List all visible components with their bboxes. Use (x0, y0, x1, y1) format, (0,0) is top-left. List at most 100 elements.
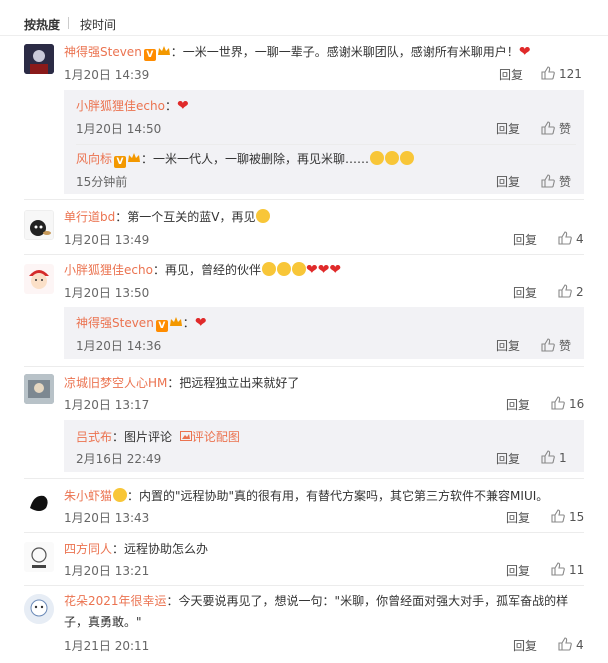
comment-text-continued: 子，真勇敢。" (64, 615, 142, 629)
reply-button[interactable]: 回复 (506, 509, 530, 526)
username-link[interactable]: 花朵2021年很幸运 (64, 594, 167, 608)
username-link[interactable]: 小胖狐狸佳echo (76, 99, 165, 113)
username-link[interactable]: 四方同人 (64, 542, 112, 556)
comment-text: 四方同人：远程协助怎么办 (64, 542, 209, 556)
verified-v-icon: V (114, 156, 127, 168)
laughing-emoji-icon (113, 488, 128, 502)
comment-text: 花朵2021年很幸运：今天要说再见了，想说一句："米聊，你曾经面对强大对手，孤军… (64, 594, 569, 608)
heart-emoji-icon: ❤ (518, 44, 531, 60)
like-button[interactable]: 4 (558, 637, 584, 652)
tab-divider (68, 17, 69, 29)
comment-time: 1月20日 13:21 (64, 564, 150, 578)
comment-time: 1月20日 14:50 (76, 122, 162, 136)
like-button[interactable]: 2 (558, 284, 584, 299)
verified-v-icon: V (155, 320, 168, 332)
username-link[interactable]: 吕式布 (76, 430, 112, 444)
emoji-icon (256, 209, 271, 223)
comment-text: 朱小虾猫 ：内置的"远程协助"真的很有用，有替代方案吗，其它第三方软件不兼容MIU… (64, 488, 549, 503)
like-button[interactable]: 121 (541, 66, 582, 81)
reply-button[interactable]: 回复 (496, 450, 520, 467)
divider (24, 366, 584, 367)
like-button[interactable]: 赞 (541, 120, 571, 137)
comment-time: 1月20日 13:50 (64, 286, 150, 300)
like-button[interactable]: 11 (551, 562, 584, 577)
comment-time: 1月20日 13:43 (64, 511, 150, 525)
username-link[interactable]: 单行道bd (64, 210, 115, 224)
reply-button[interactable]: 回复 (499, 66, 523, 83)
crown-icon (169, 316, 183, 328)
tab-by-time[interactable]: 按时间 (80, 16, 116, 33)
thumbs-up-icon (541, 450, 555, 464)
username-link[interactable]: 神得强Steven (64, 45, 142, 59)
username-link[interactable]: 神得强Steven (76, 316, 154, 330)
username-link[interactable]: 风向标 (76, 152, 112, 166)
tab-by-hot[interactable]: 按热度 (24, 16, 60, 33)
reply-button[interactable]: 回复 (506, 396, 530, 413)
laughing-emoji-icon (385, 151, 400, 165)
heart-emoji-icon: ❤ (329, 262, 342, 278)
comment-text: 神得强Steven V ：一米一世界，一聊一辈子。感谢米聊团队，感谢所有米聊用户！❤ (64, 44, 531, 61)
comment-time: 1月20日 13:49 (64, 233, 150, 247)
crying-emoji-icon (261, 262, 276, 276)
laughing-emoji-icon (400, 151, 415, 165)
sort-tabs: 按热度 按时间 (0, 0, 608, 36)
comment-time: 1月20日 14:36 (76, 339, 162, 353)
divider (24, 254, 584, 255)
thumbs-up-icon (551, 396, 565, 410)
avatar[interactable] (24, 374, 54, 404)
comment-text: 单行道bd：第一个互关的蓝V，再见 (64, 208, 271, 225)
comment-text: 风向标 V ：一米一代人，一聊被删除，再见米聊…… (76, 150, 415, 168)
thumbs-up-icon (541, 174, 555, 188)
divider (24, 532, 584, 533)
reply-button[interactable]: 回复 (496, 173, 520, 190)
like-button[interactable]: 16 (551, 396, 584, 411)
thumbs-up-icon (558, 284, 572, 298)
avatar[interactable] (24, 542, 54, 572)
reply-button[interactable]: 回复 (506, 562, 530, 579)
image-comment-link[interactable]: 评论配图 (179, 430, 240, 444)
reply-button[interactable]: 回复 (513, 231, 537, 248)
like-button[interactable]: 赞 (541, 337, 571, 354)
laughing-emoji-icon (370, 151, 385, 165)
reply-button[interactable]: 回复 (496, 120, 520, 137)
crying-emoji-icon (291, 262, 306, 276)
like-button[interactable]: 1 (541, 450, 567, 465)
username-link[interactable]: 小胖狐狸佳echo (64, 263, 153, 277)
comment-text: 凉城旧梦空人心HM：把远程独立出来就好了 (64, 376, 300, 390)
crying-emoji-icon (276, 262, 291, 276)
thumbs-up-icon (558, 231, 572, 245)
avatar[interactable] (24, 264, 54, 294)
like-button[interactable]: 4 (558, 231, 584, 246)
avatar[interactable] (24, 488, 54, 518)
username-link[interactable]: 凉城旧梦空人心HM (64, 376, 167, 390)
comment-time: 1月20日 13:17 (64, 398, 150, 412)
thumbs-up-icon (551, 562, 565, 576)
crown-icon (127, 152, 141, 164)
thumbs-up-icon (551, 509, 565, 523)
comment-text: 吕式布：图片评论 评论配图 (76, 430, 240, 444)
crown-icon (157, 45, 171, 57)
like-button[interactable]: 赞 (541, 173, 571, 190)
avatar[interactable] (24, 44, 54, 74)
comment-text: 小胖狐狸佳echo：❤ (76, 98, 189, 114)
comment-time: 15分钟前 (76, 175, 128, 189)
heart-emoji-icon: ❤ (305, 262, 318, 278)
divider (24, 478, 584, 479)
avatar[interactable] (24, 594, 54, 624)
comment-text: 神得强Steven V ：❤ (76, 315, 207, 332)
like-button[interactable]: 15 (551, 509, 584, 524)
comment-time: 2月16日 22:49 (76, 452, 162, 466)
thumbs-up-icon (541, 66, 555, 80)
heart-emoji-icon: ❤ (176, 98, 189, 114)
reply-button[interactable]: 回复 (513, 637, 537, 654)
divider (24, 199, 584, 200)
verified-v-icon: V (143, 49, 156, 61)
divider (76, 144, 576, 145)
thumbs-up-icon (541, 338, 555, 352)
avatar[interactable] (24, 210, 54, 240)
comment-time: 1月21日 20:11 (64, 639, 150, 653)
reply-button[interactable]: 回复 (496, 337, 520, 354)
username-link[interactable]: 朱小虾猫 (64, 489, 112, 503)
reply-button[interactable]: 回复 (513, 284, 537, 301)
comment-text: 小胖狐狸佳echo：再见，曾经的伙伴 ❤❤❤ (64, 262, 342, 278)
